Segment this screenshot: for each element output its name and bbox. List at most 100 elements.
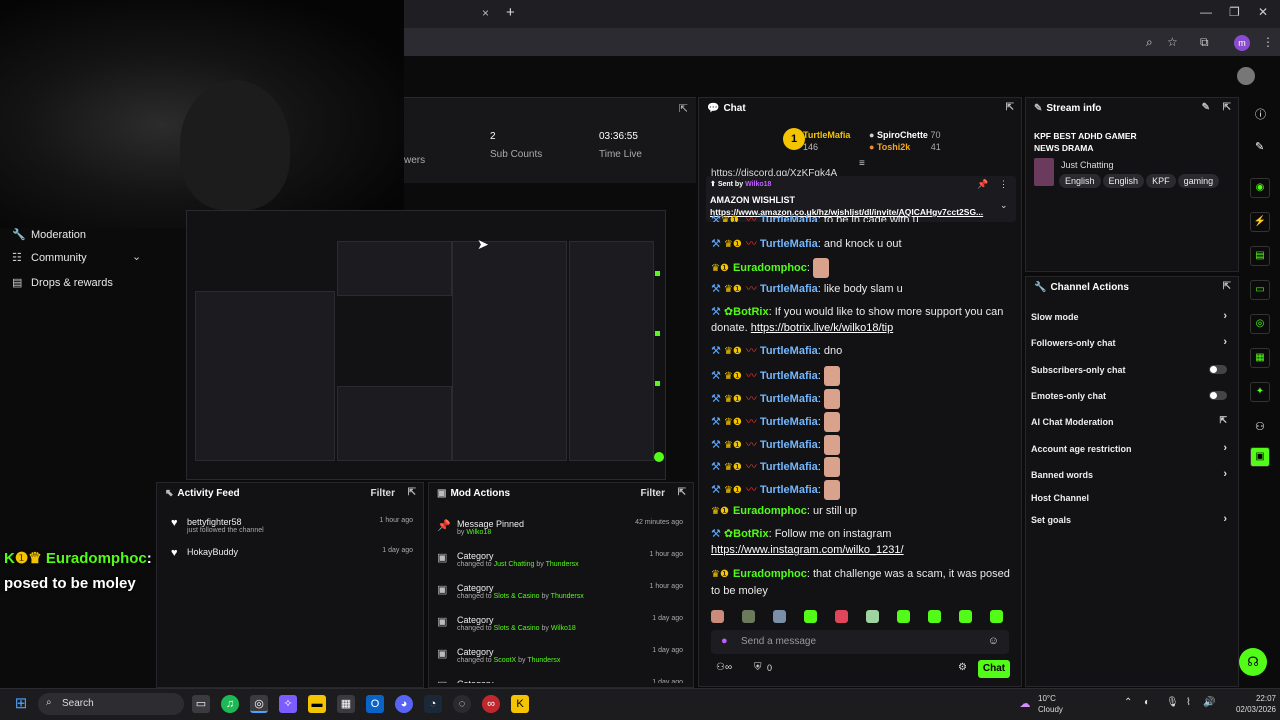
channel-action-emotes-only-chat[interactable]: Emotes-only chat: [1031, 391, 1231, 401]
tag[interactable]: English: [1102, 174, 1145, 188]
chat-username[interactable]: TurtleMafia: [760, 370, 818, 382]
chat-icon[interactable]: ▭: [1250, 280, 1270, 300]
layout-icon[interactable]: ▦: [1250, 348, 1270, 368]
spotify-icon[interactable]: ♫: [221, 695, 239, 713]
volume-icon[interactable]: 🔊: [1203, 697, 1215, 708]
tray-chevron-icon[interactable]: ⌃: [1124, 697, 1132, 708]
leaderboard-collapse-icon[interactable]: ≡: [859, 158, 865, 169]
chat-username[interactable]: TurtleMafia: [760, 416, 818, 428]
sidebar-item-drops[interactable]: ▤ Drops & rewards: [12, 276, 113, 289]
broadcast-icon[interactable]: ◎: [1250, 314, 1270, 334]
maximize-icon[interactable]: ❐: [1229, 5, 1240, 19]
file-explorer-icon[interactable]: ▬: [308, 695, 326, 713]
chat-link[interactable]: https://botrix.live/k/wilko18/tip: [751, 322, 893, 334]
chat-username[interactable]: BotRix: [733, 528, 768, 540]
windows-start-icon[interactable]: ⊞: [12, 695, 30, 713]
edit-icon[interactable]: ✎: [1202, 102, 1210, 113]
emote-icon[interactable]: [711, 610, 724, 623]
tag[interactable]: English: [1059, 174, 1101, 188]
extensions-icon[interactable]: ⧉: [1200, 35, 1209, 50]
emote-icon[interactable]: [742, 610, 755, 623]
browser-menu-icon[interactable]: ⋮: [1262, 35, 1274, 49]
camera-icon[interactable]: ◉: [1250, 178, 1270, 198]
weather-widget[interactable]: 10°C Cloudy: [1038, 693, 1063, 715]
popout-icon[interactable]: ⇱: [1223, 281, 1231, 292]
chat-username[interactable]: Euradomphoc: [733, 505, 807, 517]
chat-username[interactable]: Euradomphoc: [733, 568, 807, 580]
chevron-down-icon[interactable]: ⌄: [132, 250, 141, 263]
emote-icon[interactable]: [773, 610, 786, 623]
channel-action-set-goals[interactable]: Set goals ›: [1031, 513, 1231, 525]
toggle-switch[interactable]: [1209, 365, 1227, 374]
popout-icon[interactable]: ⇱: [1223, 102, 1231, 113]
toggle-switch[interactable]: [1209, 391, 1227, 400]
emote-icon[interactable]: [959, 610, 972, 623]
clock[interactable]: 22:07 02/03/2026: [1226, 693, 1276, 715]
users-icon[interactable]: ⚇∞: [716, 662, 732, 673]
tab-close-button[interactable]: ×: [482, 6, 489, 20]
document-icon[interactable]: ▤: [1250, 246, 1270, 266]
chat-username[interactable]: TurtleMafia: [760, 283, 818, 295]
user-avatar[interactable]: [1237, 67, 1255, 85]
copilot-icon[interactable]: ✧: [279, 695, 297, 713]
channel-action-ai-chat-moderation[interactable]: AI Chat Moderation ⇱: [1031, 415, 1231, 427]
stream-preview[interactable]: [186, 210, 666, 480]
discord-icon[interactable]: ◕: [395, 695, 413, 713]
info-icon[interactable]: ⓘ: [1255, 106, 1266, 122]
users-icon[interactable]: ⚇: [1255, 420, 1265, 433]
bookmark-star-icon[interactable]: ☆: [1167, 35, 1178, 49]
settings-gear-icon[interactable]: ⚙: [958, 662, 967, 673]
taskbar-search[interactable]: ⌕ Search: [38, 693, 184, 715]
app-icon[interactable]: K: [511, 695, 529, 713]
task-view-icon[interactable]: ▭: [192, 695, 210, 713]
channel-action-followers-only-chat[interactable]: Followers-only chat ›: [1031, 336, 1231, 348]
chat-username[interactable]: TurtleMafia: [760, 439, 818, 451]
filter-button[interactable]: Filter: [371, 488, 395, 499]
channel-action-subscribers-only-chat[interactable]: Subscribers-only chat: [1031, 365, 1231, 375]
unpin-icon[interactable]: 📌: [977, 179, 988, 190]
chat-username[interactable]: Euradomphoc: [733, 262, 807, 274]
channel-action-host-channel[interactable]: Host Channel: [1031, 493, 1231, 503]
emote-icon[interactable]: [866, 610, 879, 623]
emote-icon[interactable]: [804, 610, 817, 623]
mic-icon[interactable]: ●: [721, 635, 728, 647]
popout-icon[interactable]: ⇱: [1006, 102, 1014, 113]
sidebar-item-moderation[interactable]: 🔧 Moderation: [12, 228, 86, 241]
chat-username[interactable]: TurtleMafia: [760, 345, 818, 357]
leaderboard-first[interactable]: TurtleMafia 146: [803, 129, 850, 153]
steam-icon[interactable]: ◔: [424, 695, 442, 713]
close-window-icon[interactable]: ✕: [1258, 5, 1268, 19]
zoom-icon[interactable]: ⌕: [1146, 35, 1153, 50]
obs-icon[interactable]: ◌: [453, 695, 471, 713]
store-icon[interactable]: ▦: [337, 695, 355, 713]
channel-action-banned-words[interactable]: Banned words ›: [1031, 468, 1231, 480]
channel-action-account-age-restriction[interactable]: Account age restriction ›: [1031, 442, 1231, 454]
emoji-icon[interactable]: ☺: [988, 635, 999, 647]
wrench-icon[interactable]: ✦: [1250, 382, 1270, 402]
category-thumbnail[interactable]: [1034, 158, 1054, 186]
edit-icon[interactable]: ✎: [1255, 140, 1264, 153]
help-icon[interactable]: ☊: [1239, 648, 1267, 676]
outlook-icon[interactable]: O: [366, 695, 384, 713]
chat-input[interactable]: ● Send a message ☺: [711, 630, 1009, 654]
new-tab-button[interactable]: +: [506, 4, 515, 21]
popout-icon[interactable]: ⇱: [679, 102, 688, 115]
popout-icon[interactable]: ⇱: [408, 487, 416, 498]
chat-username[interactable]: TurtleMafia: [760, 461, 818, 473]
red-app-icon[interactable]: ∞: [482, 695, 500, 713]
network-icon[interactable]: ⌇: [1186, 697, 1191, 708]
emote-icon[interactable]: [928, 610, 941, 623]
emote-icon[interactable]: [897, 610, 910, 623]
active-tool-icon[interactable]: ▣: [1250, 447, 1270, 467]
chevron-down-icon[interactable]: ⌄: [1000, 200, 1008, 211]
tag[interactable]: gaming: [1177, 174, 1220, 188]
send-chat-button[interactable]: Chat: [978, 660, 1010, 678]
channel-action-slow-mode[interactable]: Slow mode ›: [1031, 310, 1231, 322]
more-options-icon[interactable]: ⋮: [999, 179, 1008, 190]
emote-icon[interactable]: [835, 610, 848, 623]
chat-username[interactable]: TurtleMafia: [760, 238, 818, 250]
chat-link[interactable]: https://www.instagram.com/wilko_1231/: [711, 544, 904, 556]
microphone-icon[interactable]: 🎙: [1166, 697, 1179, 708]
leaderboard-second[interactable]: ● SpiroChette 70 ● Toshi2k 41: [869, 129, 941, 153]
profile-avatar[interactable]: m: [1234, 35, 1250, 51]
